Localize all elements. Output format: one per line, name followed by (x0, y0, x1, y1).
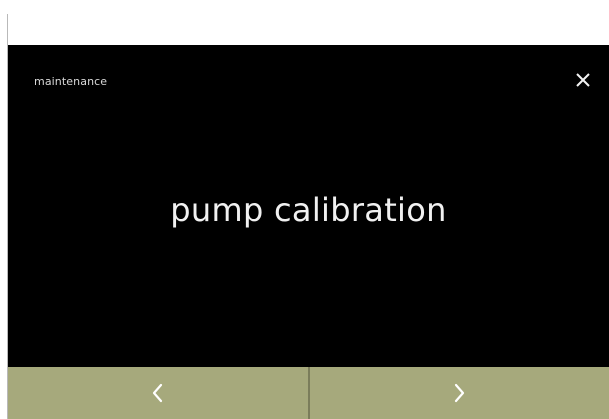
screen-body: pump calibration (8, 115, 609, 367)
machine-screen: maintenance pump calibration (8, 45, 609, 419)
close-button[interactable] (566, 63, 600, 97)
next-button[interactable] (310, 367, 609, 419)
feature-label: pump calibration (170, 191, 447, 229)
screen-header: maintenance (8, 45, 609, 115)
chevron-left-icon (152, 383, 162, 403)
menu-title: maintenance (34, 75, 108, 88)
previous-button[interactable] (8, 367, 308, 419)
chevron-right-icon (455, 383, 465, 403)
close-icon (576, 73, 590, 87)
navigation-bar (8, 367, 609, 419)
